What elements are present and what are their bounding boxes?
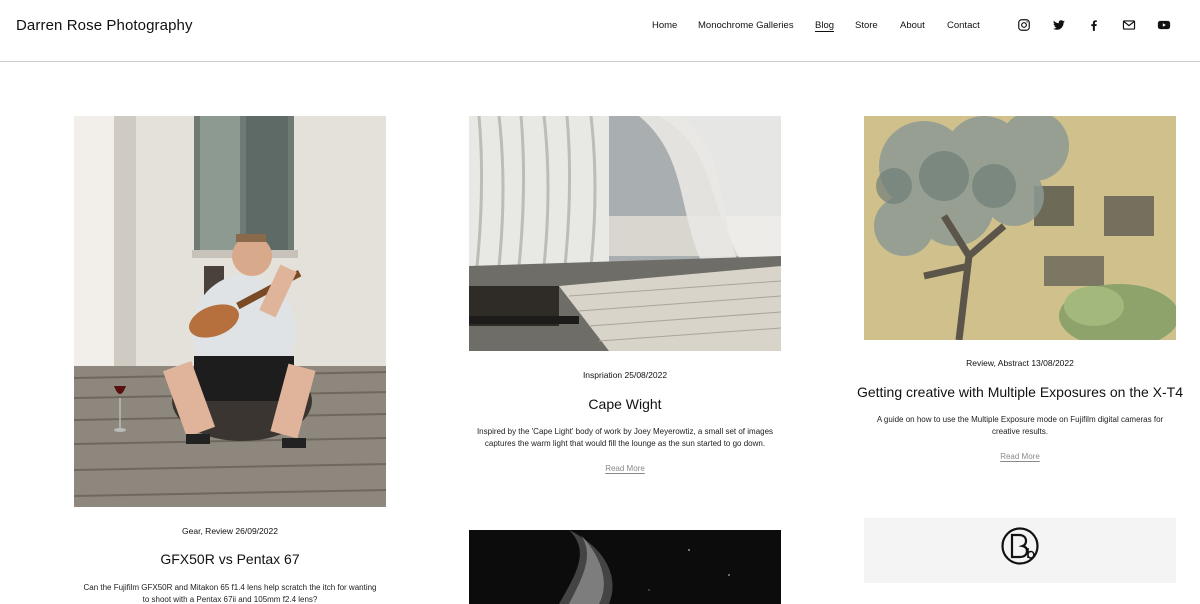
post-thumbnail-logo[interactable]: [864, 518, 1176, 583]
post-thumbnail-next[interactable]: [469, 530, 781, 604]
nav-home[interactable]: Home: [652, 20, 677, 31]
nav-about[interactable]: About: [900, 20, 925, 31]
post-thumbnail-cape-wight[interactable]: [469, 116, 781, 351]
nav-monochrome-galleries[interactable]: Monochrome Galleries: [698, 20, 794, 31]
brand-logo: [864, 518, 1176, 583]
instagram-icon[interactable]: [1017, 18, 1031, 32]
excerpt-line: captures the warm light that would fill …: [484, 439, 766, 448]
site-header: Darren Rose Photography Home Monochrome …: [0, 0, 1200, 62]
excerpt-line: Can the Fujifilm GFX50R and Mitakon 65 f…: [83, 583, 377, 592]
post-title[interactable]: Cape Wight: [469, 396, 781, 412]
post-meta: Inspriation 25/08/2022: [582, 370, 668, 380]
site-title[interactable]: Darren Rose Photography: [16, 17, 193, 34]
excerpt-line: creative results.: [991, 427, 1049, 436]
email-icon[interactable]: [1122, 18, 1136, 32]
nav-blog[interactable]: Blog: [815, 20, 834, 31]
excerpt-line: Inspired by the 'Cape Light' body of wor…: [476, 427, 774, 436]
excerpt-line: A guide on how to use the Multiple Expos…: [876, 415, 1164, 424]
post-meta: Review, Abstract 13/08/2022: [966, 358, 1074, 368]
post-title[interactable]: GFX50R vs Pentax 67: [74, 551, 386, 567]
post-title[interactable]: Getting creative with Multiple Exposures…: [854, 384, 1186, 400]
facebook-icon[interactable]: [1087, 18, 1101, 32]
read-more-link[interactable]: Read More: [864, 452, 1176, 461]
excerpt-line: to shoot with a Pentax 67ii and 105mm f2…: [142, 595, 318, 604]
post-excerpt: Can the Fujifilm GFX50R and Mitakon 65 f…: [64, 582, 396, 604]
read-more-link[interactable]: Read More: [469, 464, 781, 473]
nav-store[interactable]: Store: [855, 20, 878, 31]
post-meta: Gear, Review 26/09/2022: [182, 526, 278, 536]
youtube-icon[interactable]: [1157, 18, 1171, 32]
post-excerpt: A guide on how to use the Multiple Expos…: [854, 414, 1186, 438]
post-thumbnail-multiple-exposures[interactable]: [864, 116, 1176, 340]
post-thumbnail-gfx50r[interactable]: [74, 116, 386, 507]
post-excerpt: Inspired by the 'Cape Light' body of wor…: [459, 426, 791, 450]
twitter-icon[interactable]: [1052, 18, 1066, 32]
nav-contact[interactable]: Contact: [947, 20, 980, 31]
